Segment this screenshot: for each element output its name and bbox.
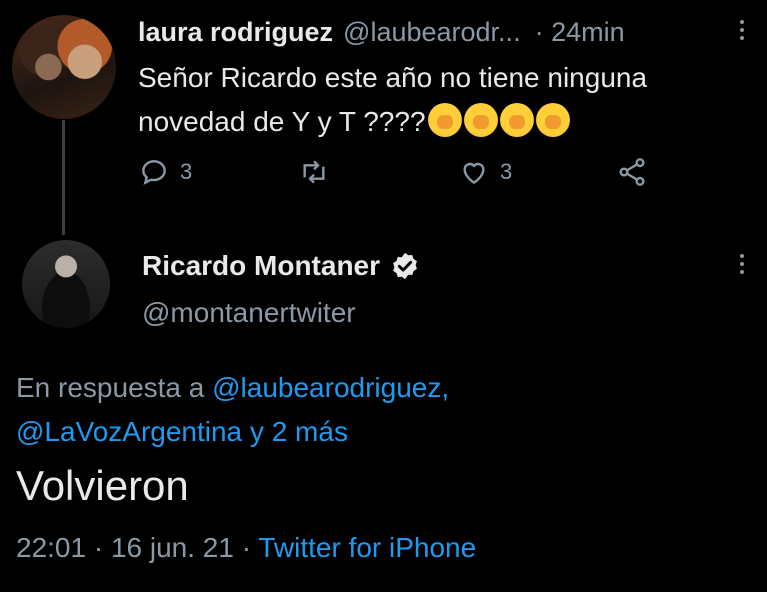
tweet-source-link[interactable]: Twitter for iPhone: [258, 532, 476, 563]
share-button[interactable]: [616, 156, 648, 188]
user-handle[interactable]: @laubearodr...: [343, 17, 521, 48]
mention-link[interactable]: @laubearodriguez,: [212, 372, 449, 403]
avatar[interactable]: [22, 240, 110, 328]
tweet-text-content: Señor Ricardo este año no tiene ninguna …: [138, 62, 648, 137]
more-options-icon[interactable]: [738, 254, 746, 274]
display-name[interactable]: Ricardo Montaner: [142, 250, 380, 282]
share-icon: [619, 158, 645, 186]
display-name[interactable]: laura rodriguez: [138, 17, 333, 48]
reply-count: 3: [180, 159, 193, 184]
reply-prefix: En respuesta a: [16, 372, 213, 403]
tweet-meta: 22:01 · 16 jun. 21 · Twitter for iPhone: [16, 532, 476, 564]
like-count: 3: [500, 159, 513, 184]
tweet-text: Señor Ricardo este año no tiene ninguna …: [138, 56, 748, 144]
reply-icon: [142, 160, 166, 186]
like-button[interactable]: 3: [458, 156, 512, 188]
avatar[interactable]: [12, 15, 116, 119]
face-with-hand-over-mouth-emoji: [426, 103, 570, 137]
tweet-header: laura rodriguez @laubearodr... · 24min: [138, 14, 758, 50]
heart-icon: [463, 162, 485, 185]
tweet-timestamp[interactable]: 22:01 · 16 jun. 21 ·: [16, 532, 258, 563]
thread-connector-line: [62, 120, 65, 235]
replying-to: En respuesta a @laubearodriguez, @LaVozA…: [16, 366, 756, 454]
retweet-icon: [303, 160, 325, 184]
tweet-actions: 3 3: [138, 156, 658, 196]
mention-link[interactable]: @LaVozArgentina: [16, 416, 242, 447]
more-mentions-link[interactable]: y 2 más: [242, 416, 348, 447]
more-options-icon[interactable]: [738, 20, 746, 40]
user-handle[interactable]: @montanertwiter: [142, 297, 356, 329]
reply-button[interactable]: 3: [138, 156, 192, 188]
tweet-header: Ricardo Montaner: [142, 246, 420, 286]
retweet-button[interactable]: [298, 156, 340, 188]
tweet-text: Volvieron: [16, 462, 189, 509]
verified-badge-icon: [393, 252, 417, 280]
timestamp[interactable]: · 24min: [535, 17, 625, 48]
